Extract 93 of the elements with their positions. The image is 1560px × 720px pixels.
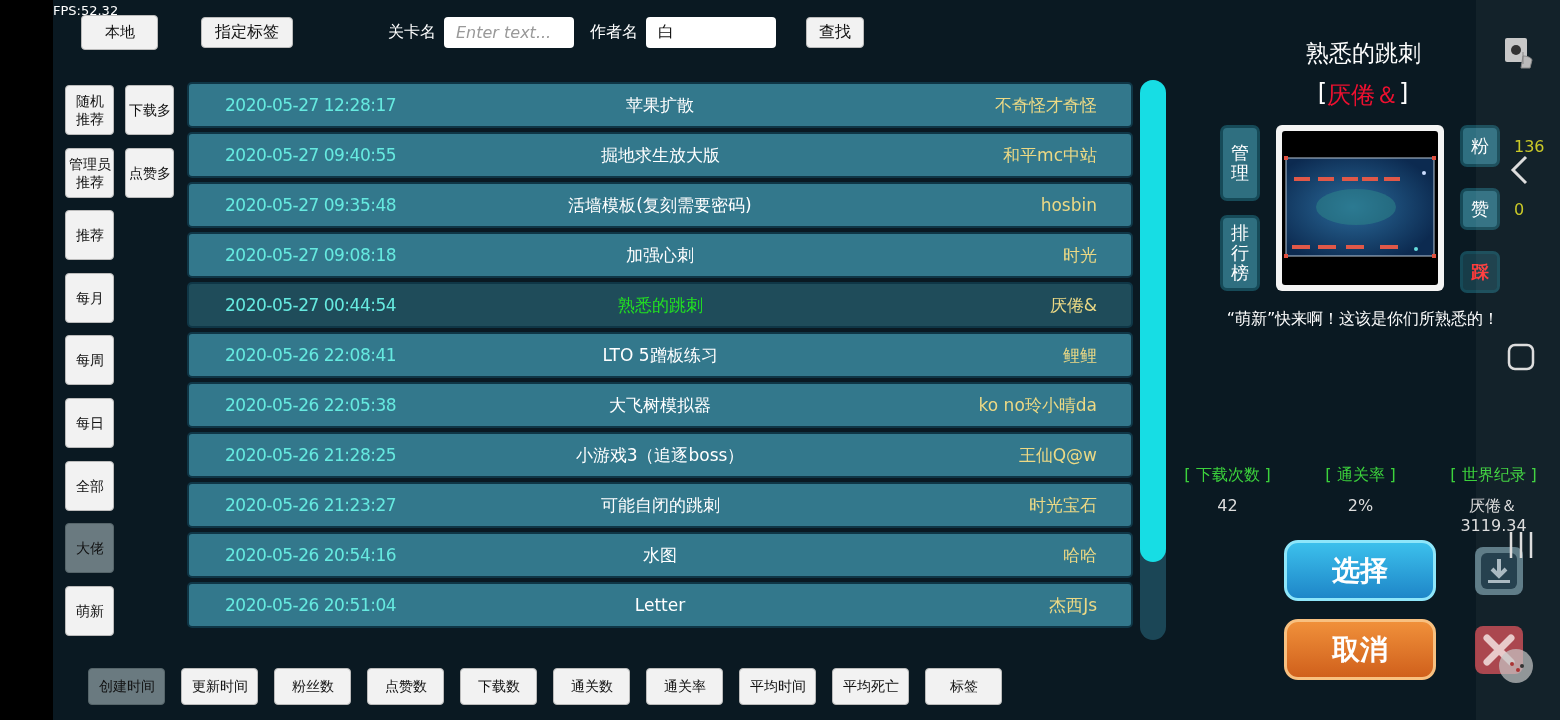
level-row[interactable]: 2020-05-27 09:08:18 加强心刺 时光 (187, 232, 1133, 278)
side-button[interactable]: 管理 (1220, 125, 1260, 201)
stat-label: [ 下载次数 ] (1184, 465, 1271, 486)
author-name-field[interactable]: 白 (646, 17, 776, 48)
sort-button[interactable]: 更新时间 (181, 668, 258, 705)
level-title: 水图 (642, 543, 678, 567)
level-author: 厌倦& (1048, 293, 1098, 317)
stat-label: [ 世界纪录 ] (1450, 465, 1537, 486)
category-button[interactable]: 全部 (65, 460, 114, 511)
category-button[interactable]: 萌新 (65, 585, 114, 636)
level-date: 2020-05-26 21:28:25 (224, 445, 398, 465)
category-button[interactable]: 推荐 (65, 210, 114, 261)
author-name: [厌倦＆] (1317, 79, 1409, 111)
level-row[interactable]: 2020-05-27 12:28:17 苹果扩散 不奇怪才奇怪 (187, 82, 1133, 128)
level-title: 大飞树模拟器 (608, 393, 712, 417)
stat-value: 2% (1347, 496, 1374, 516)
level-title: 掘地求生放大版 (599, 143, 721, 167)
level-title: 可能自闭的跳刺 (599, 493, 721, 517)
level-author: 鲤鲤 (1062, 343, 1098, 367)
level-description: “萌新”快来啊！这该是你们所熟悉的！ (1226, 309, 1500, 330)
level-row[interactable]: 2020-05-27 09:35:48 活墙模板(复刻需要密码) hosbin (187, 182, 1133, 228)
sort-button[interactable]: 下载数 (460, 668, 537, 705)
level-date: 2020-05-26 20:54:16 (224, 545, 398, 565)
like-button[interactable]: 赞 (1460, 188, 1500, 230)
category-button[interactable]: 随机推荐 (65, 85, 114, 135)
sort-button[interactable]: 点赞数 (367, 668, 444, 705)
level-author: 不奇怪才奇怪 (994, 93, 1098, 117)
level-row[interactable]: 2020-05-26 21:23:27 可能自闭的跳刺 时光宝石 (187, 482, 1133, 528)
level-author: 和平mc中站 (1002, 143, 1098, 167)
level-row[interactable]: 2020-05-27 00:44:54 熟悉的跳刺 厌倦& (187, 282, 1133, 328)
level-date: 2020-05-27 00:44:54 (224, 295, 398, 315)
level-title: Letter (633, 595, 687, 615)
level-author: 时光 (1062, 243, 1098, 267)
sort-button[interactable]: 粉丝数 (274, 668, 351, 705)
category-button[interactable]: 大佬 (65, 523, 114, 574)
level-title: 熟悉的跳刺 (616, 293, 704, 317)
level-author: ko no玲小晴da (977, 393, 1098, 417)
sort-button[interactable]: 创建时间 (88, 668, 165, 705)
level-date: 2020-05-27 09:08:18 (224, 245, 398, 265)
category-button[interactable]: 点赞多 (125, 147, 174, 198)
sort-button[interactable]: 标签 (925, 668, 1002, 705)
level-row[interactable]: 2020-05-26 22:08:41 LTO 5蹭板练习 鲤鲤 (187, 332, 1133, 378)
floating-ball-icon[interactable] (1498, 648, 1534, 684)
sort-button[interactable]: 通关率 (646, 668, 723, 705)
back-icon[interactable] (1510, 155, 1528, 185)
level-title: 小游戏3（追逐boss） (574, 443, 746, 467)
level-date: 2020-05-26 22:05:38 (224, 395, 398, 415)
level-title: 苹果扩散 (625, 93, 695, 117)
level-date: 2020-05-26 22:08:41 (224, 345, 398, 365)
level-row[interactable]: 2020-05-26 21:28:25 小游戏3（追逐boss） 王仙Q@w (187, 432, 1133, 478)
level-date: 2020-05-27 09:40:55 (224, 145, 398, 165)
level-date: 2020-05-26 21:23:27 (224, 495, 398, 515)
level-date: 2020-05-27 09:35:48 (224, 195, 398, 215)
like-count: 0 (1514, 199, 1525, 219)
stat-value: 42 (1217, 496, 1238, 516)
level-author: 王仙Q@w (1017, 443, 1098, 467)
level-name: 熟悉的跳刺 (1305, 39, 1421, 68)
level-row[interactable]: 2020-05-26 22:05:38 大飞树模拟器 ko no玲小晴da (187, 382, 1133, 428)
tag-button[interactable]: 指定标签 (201, 17, 293, 48)
side-button[interactable]: 排行榜 (1220, 215, 1260, 291)
sort-button[interactable]: 平均死亡 (832, 668, 909, 705)
level-date: 2020-05-26 20:51:04 (224, 595, 398, 615)
level-name-field[interactable]: Enter text... (444, 17, 574, 48)
level-row[interactable]: 2020-05-27 09:40:55 掘地求生放大版 和平mc中站 (187, 132, 1133, 178)
sort-button[interactable]: 平均时间 (739, 668, 816, 705)
level-author: 时光宝石 (1028, 493, 1098, 517)
download-icon[interactable] (1473, 544, 1525, 597)
level-row[interactable]: 2020-05-26 20:54:16 水图 哈哈 (187, 532, 1133, 578)
search-button[interactable]: 查找 (806, 17, 864, 48)
category-button[interactable]: 下载多 (125, 85, 174, 135)
author-name-label: 作者名 (590, 22, 638, 43)
level-author: 哈哈 (1062, 543, 1098, 567)
level-name-label: 关卡名 (388, 22, 436, 43)
category-button[interactable]: 管理员推荐 (65, 147, 114, 198)
fans-button[interactable]: 粉 (1460, 125, 1500, 167)
home-icon[interactable] (1507, 343, 1535, 371)
level-row[interactable]: 2020-05-26 20:51:04 Letter 杰西Js (187, 582, 1133, 628)
level-author: 杰西Js (1048, 593, 1098, 617)
recents-icon[interactable] (1507, 530, 1535, 560)
level-date: 2020-05-27 12:28:17 (224, 95, 398, 115)
category-button[interactable]: 每周 (65, 335, 114, 386)
level-title: 活墙模板(复刻需要密码) (567, 193, 753, 217)
category-button[interactable]: 每月 (65, 272, 114, 323)
local-button[interactable]: 本地 (81, 15, 158, 50)
level-author: hosbin (1039, 195, 1098, 215)
category-button[interactable]: 每日 (65, 397, 114, 448)
sort-button[interactable]: 通关数 (553, 668, 630, 705)
stat-label: [ 通关率 ] (1325, 465, 1396, 486)
fps-counter: FPS:52.32 (53, 3, 119, 18)
level-title: LTO 5蹭板练习 (601, 343, 719, 367)
fans-count: 136 (1514, 136, 1545, 156)
stat-value: 厌倦＆ 3119.34 (1460, 496, 1527, 536)
level-title: 加强心刺 (625, 243, 695, 267)
